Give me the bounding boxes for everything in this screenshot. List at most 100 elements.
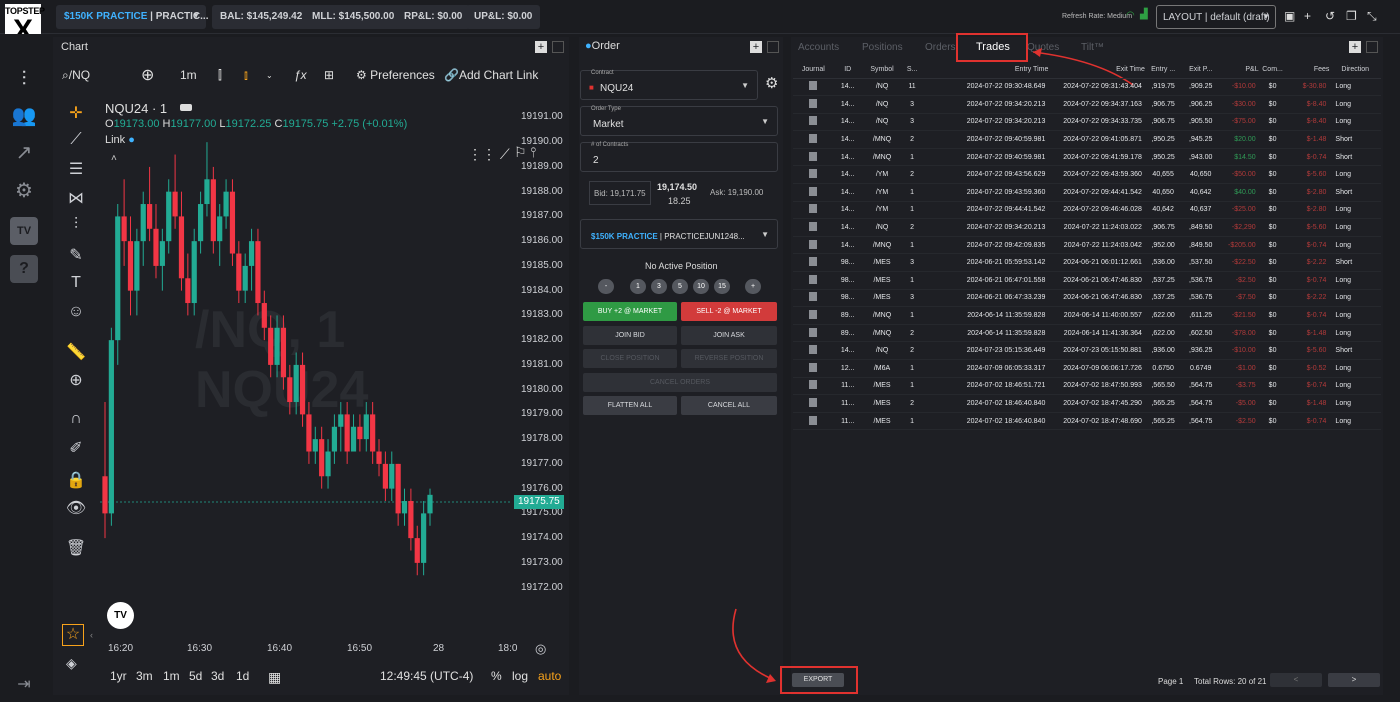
symbol-search[interactable]: ⌕/NQ [62,68,90,83]
lock-icon[interactable]: 🔒 [64,470,88,492]
tab-order[interactable]: ●Order [585,40,620,52]
col-pnl[interactable]: P&L [1220,62,1259,79]
qty-1-button[interactable]: 1 [630,279,646,294]
logout-icon[interactable]: ⇥ [10,674,38,702]
trend-icon[interactable]: ↗ [10,140,38,168]
qty-10-button[interactable]: 10 [693,279,709,294]
trendline-icon[interactable]: ⟋ [64,131,88,153]
chevron-up-icon[interactable]: ˄ [111,153,117,164]
line-icon[interactable]: ⟋ [500,146,510,162]
zoom-icon[interactable]: ⊕ [64,370,88,392]
table-row[interactable]: 98.../MES 3 2024-06-21 06:47:33.239 2024-06… [793,289,1381,308]
gear-icon[interactable]: ⚙ [10,178,38,206]
tf-3m[interactable]: 3m [136,669,153,683]
journal-icon[interactable] [809,81,818,91]
journal-icon[interactable] [809,274,818,284]
journal-icon[interactable] [809,292,818,302]
bar-style-icon[interactable]: ⫿ [218,68,222,83]
tf-5d[interactable]: 5d [189,669,202,683]
ask-box[interactable]: Ask: 19,190.00 [706,181,770,205]
buy-market-button[interactable]: BUY +2 @ MARKET [583,302,677,321]
indicators-icon[interactable]: ƒx [294,68,307,82]
journal-icon[interactable] [809,169,818,179]
journal-icon[interactable] [809,362,818,372]
table-row[interactable]: 12.../M6A 1 2024-07-09 06:05:33.317 2024-07… [793,359,1381,378]
brush-icon[interactable]: ✎ [64,245,88,267]
tf-1yr[interactable]: 1yr [110,669,127,683]
crosshair-icon[interactable]: ✛ [64,103,88,125]
reverse-position-button[interactable]: REVERSE POSITION [681,349,777,368]
table-row[interactable]: 14.../NQ 2 2024-07-22 09:34:20.213 2024-07-… [793,218,1381,237]
tf-3d[interactable]: 3d [211,669,224,683]
table-row[interactable]: 14.../YM 1 2024-07-22 09:43:59.360 2024-07-… [793,183,1381,202]
table-row[interactable]: 14.../YM 2 2024-07-22 09:43:56.629 2024-07-… [793,165,1381,185]
journal-cell[interactable] [793,289,834,308]
candlestick-plot[interactable] [100,95,512,635]
table-row[interactable]: 89.../MNQ 2 2024-06-14 11:35:59.828 2024-06… [793,324,1381,343]
layers-icon[interactable]: ◈ [66,655,77,672]
journal-cell[interactable] [793,183,834,202]
qty-plus-button[interactable]: + [745,279,761,294]
table-row[interactable]: 14.../NQ 11 2024-07-22 09:30:48.649 2024-07… [793,78,1381,97]
col-entry-price[interactable]: Entry ... [1144,62,1182,79]
prev-page-button[interactable]: < [1270,673,1322,687]
journal-icon[interactable] [809,151,818,161]
add-chart-link-button[interactable]: 🔗Add Chart Link [444,68,538,82]
journal-cell[interactable] [793,271,834,290]
interval-button[interactable]: 1m [180,68,197,82]
star-icon[interactable]: ☆ [62,624,84,646]
sell-market-button[interactable]: SELL -2 @ MARKET [681,302,777,321]
table-row[interactable]: 11.../MES 1 2024-07-02 18:46:40.840 2024-07… [793,412,1381,431]
text-icon[interactable]: T [64,274,88,296]
journal-icon[interactable] [809,380,818,390]
col-symbol[interactable]: Symbol [861,62,903,79]
journal-cell[interactable] [793,306,834,325]
table-row[interactable]: 14.../NQ 3 2024-07-22 09:34:20.213 2024-07-… [793,113,1381,132]
journal-cell[interactable] [793,78,834,97]
qty-15-button[interactable]: 15 [714,279,730,294]
col-direction[interactable]: Direction [1329,62,1381,79]
col-size[interactable]: S... [902,62,922,79]
journal-icon[interactable] [809,134,818,144]
table-row[interactable]: 14.../MNQ 1 2024-07-22 09:40:59.981 2024-07… [793,148,1381,167]
forecast-icon[interactable]: ⫶ [64,216,88,238]
emoji-icon[interactable]: ☺ [64,303,88,325]
candles-icon[interactable]: ⫶ [10,68,38,96]
journal-cell[interactable] [793,236,834,255]
eye-icon[interactable]: 👁 [64,498,88,520]
window-restore-icon[interactable]: ❐ [1346,9,1357,23]
journal-icon[interactable] [809,257,818,267]
fib-icon[interactable]: ☰ [64,159,88,181]
layouts-icon[interactable]: ⊞ [324,68,334,82]
col-exit-price[interactable]: Exit P... [1181,62,1220,79]
journal-icon[interactable] [809,204,818,214]
table-row[interactable]: 89.../MNQ 1 2024-06-14 11:35:59.828 2024-06… [793,306,1381,325]
undo-icon[interactable]: ↺ [1325,9,1335,23]
tradingview-logo-icon[interactable]: TV [107,602,134,629]
journal-cell[interactable] [793,165,834,185]
col-entry-time[interactable]: Entry Time [921,62,1049,79]
journal-icon[interactable] [809,98,818,108]
add-panel-icon[interactable]: + [1349,41,1361,53]
plus-icon[interactable]: + [1304,9,1311,23]
gear-icon[interactable]: ⚙ [765,74,778,92]
col-exit-time[interactable]: Exit Time [1048,62,1145,79]
join-ask-button[interactable]: JOIN ASK [681,326,777,345]
lock-drawings-icon[interactable]: ✐ [64,438,88,460]
tab-chart[interactable]: Chart [61,41,88,53]
col-id[interactable]: ID [833,62,862,79]
tab-accounts[interactable]: Accounts [798,42,839,53]
journal-cell[interactable] [793,148,834,167]
table-row[interactable]: 14.../NQ 3 2024-07-22 09:34:20.213 2024-07-… [793,95,1381,114]
table-row[interactable]: 98.../MES 3 2024-06-21 05:59:53.142 2024-06… [793,253,1381,273]
qty-minus-button[interactable]: - [598,279,614,294]
journal-cell[interactable] [793,130,834,149]
col-commission[interactable]: Com... [1258,62,1287,79]
journal-icon[interactable] [809,116,818,126]
collapse-left-icon[interactable]: ‹ [90,630,93,640]
add-panel-icon[interactable]: + [750,41,762,53]
join-bid-button[interactable]: JOIN BID [583,326,677,345]
journal-cell[interactable] [793,394,834,413]
journal-icon[interactable] [809,415,818,425]
journal-cell[interactable] [793,324,834,343]
